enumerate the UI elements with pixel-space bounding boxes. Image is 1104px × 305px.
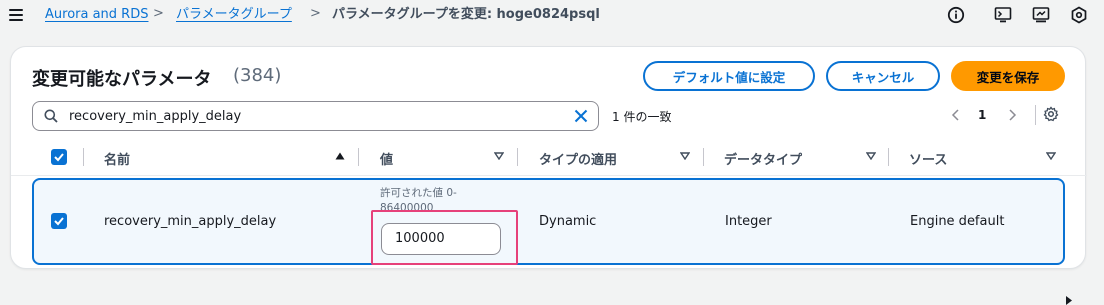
parameter-value-input[interactable]: 100000 xyxy=(381,223,501,255)
column-header-data-type[interactable]: データタイプ xyxy=(724,149,802,169)
sort-icon[interactable] xyxy=(866,152,876,160)
column-divider xyxy=(358,148,359,166)
table-preferences-gear-icon[interactable] xyxy=(1043,106,1059,122)
search-icon xyxy=(44,109,58,123)
previous-page-icon[interactable] xyxy=(951,109,961,121)
header-separator xyxy=(11,175,1087,176)
cloudshell-icon[interactable] xyxy=(994,6,1012,24)
breadcrumb-aurora-rds[interactable]: Aurora and RDS xyxy=(45,7,148,23)
column-header-value[interactable]: 値 xyxy=(380,149,393,169)
row-checkbox[interactable] xyxy=(51,213,67,229)
apply-type-value: Dynamic xyxy=(539,214,597,229)
column-divider xyxy=(517,148,518,166)
select-all-checkbox[interactable] xyxy=(51,149,67,165)
scroll-arrow-icon[interactable] xyxy=(1064,296,1074,305)
settings-icon[interactable] xyxy=(1070,6,1088,24)
column-header-apply-type[interactable]: タイプの適用 xyxy=(539,149,617,169)
next-page-icon[interactable] xyxy=(1007,109,1017,121)
column-divider xyxy=(888,148,889,166)
data-type-value: Integer xyxy=(725,214,772,229)
source-value: Engine default xyxy=(910,214,1005,229)
sort-icon[interactable] xyxy=(680,152,690,160)
cancel-button[interactable]: キャンセル xyxy=(826,61,940,91)
column-header-source[interactable]: ソース xyxy=(909,149,947,169)
search-value[interactable]: recovery_min_apply_delay xyxy=(69,109,241,124)
column-divider xyxy=(83,148,84,166)
reset-default-button[interactable]: デフォルト値に設定 xyxy=(643,61,815,91)
save-changes-button[interactable]: 変更を保存 xyxy=(951,61,1065,91)
breadcrumb-separator: > xyxy=(310,6,321,21)
column-header-name[interactable]: 名前 xyxy=(104,149,130,169)
top-navigation-bar: Aurora and RDS > パラメータグループ > パラメータグループを変… xyxy=(0,0,1104,32)
notifications-icon[interactable] xyxy=(1032,6,1050,24)
match-count: 1 件の一致 xyxy=(612,110,672,124)
sort-ascending-icon[interactable] xyxy=(335,152,345,160)
pagination-divider xyxy=(1035,105,1036,125)
search-input[interactable]: recovery_min_apply_delay xyxy=(32,101,599,131)
sort-icon[interactable] xyxy=(494,152,504,160)
clear-search-icon[interactable] xyxy=(574,109,588,123)
current-page-number[interactable]: 1 xyxy=(978,108,986,122)
breadcrumb-current-page: パラメータグループを変更: hoge0824psql xyxy=(332,7,600,22)
breadcrumb-parameter-groups[interactable]: パラメータグループ xyxy=(176,7,292,23)
column-divider xyxy=(703,148,704,166)
parameters-panel: 変更可能なパラメータ (384) デフォルト値に設定 キャンセル 変更を保存 r… xyxy=(10,46,1087,269)
table-row[interactable]: recovery_min_apply_delay 許可された値 0-864000… xyxy=(32,178,1065,265)
breadcrumb-separator: > xyxy=(153,6,164,21)
sort-icon[interactable] xyxy=(1046,152,1056,160)
panel-title: 変更可能なパラメータ xyxy=(32,69,212,90)
parameter-count: (384) xyxy=(233,65,282,86)
parameter-name: recovery_min_apply_delay xyxy=(104,214,277,229)
info-icon[interactable] xyxy=(947,6,965,24)
hamburger-menu-icon[interactable] xyxy=(9,9,23,21)
